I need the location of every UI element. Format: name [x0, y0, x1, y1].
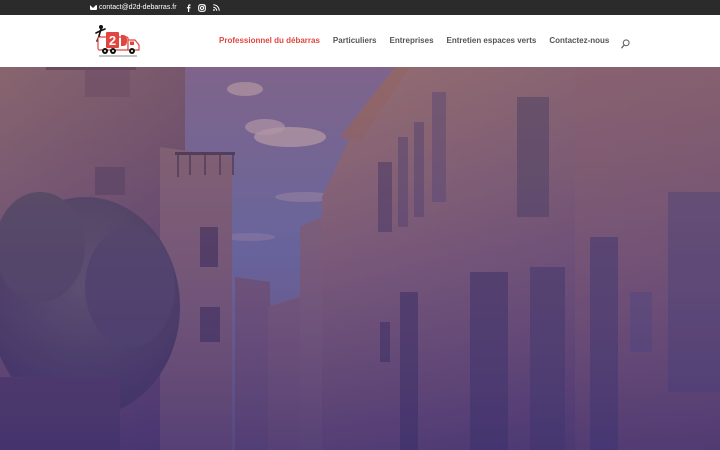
mail-icon — [90, 5, 97, 10]
rss-icon[interactable] — [212, 4, 220, 11]
social-links — [186, 3, 227, 12]
search-icon[interactable] — [621, 36, 630, 49]
contact-email-link[interactable]: contact@d2d-debarras.fr — [99, 4, 177, 11]
logo[interactable]: 2 — [95, 24, 141, 58]
nav-item-entreprises[interactable]: Entreprises — [390, 36, 434, 45]
hero-banner — [0, 67, 720, 450]
top-bar-content: contact@d2d-debarras.fr — [90, 0, 227, 15]
nav-item-espaces-verts[interactable]: Entretien espaces verts — [447, 36, 537, 45]
facebook-icon[interactable] — [186, 3, 191, 12]
nav-item-particuliers[interactable]: Particuliers — [333, 36, 377, 45]
main-header: 2 Professionnel du débarras Particuliers… — [0, 15, 720, 67]
svg-text:2: 2 — [109, 33, 116, 48]
nav-item-professionnel[interactable]: Professionnel du débarras — [219, 36, 320, 45]
hero-image — [0, 67, 720, 450]
instagram-icon[interactable] — [197, 3, 206, 12]
main-nav: Professionnel du débarras Particuliers E… — [219, 36, 622, 45]
top-bar: contact@d2d-debarras.fr — [0, 0, 720, 15]
nav-item-contact[interactable]: Contactez-nous — [549, 36, 609, 45]
